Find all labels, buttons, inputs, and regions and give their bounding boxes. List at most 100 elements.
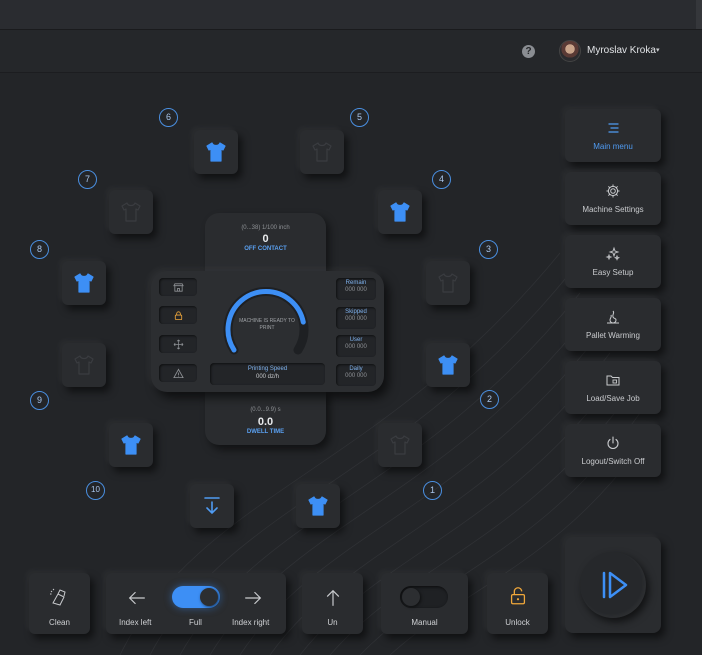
chevron-down-icon[interactable]: ▾: [656, 46, 660, 54]
unlock-label: Unlock: [505, 618, 530, 627]
stat-value: 000 000: [345, 287, 367, 293]
slot-number-5: 5: [350, 108, 369, 127]
dwell-time-panel[interactable]: (0.0...9.9) s 0.0 DWELL TIME: [205, 390, 326, 445]
stat-daily: Daily 000 000: [336, 364, 376, 386]
slot-number-3: 3: [479, 240, 498, 259]
heat-icon: [607, 310, 619, 324]
help-icon[interactable]: ?: [522, 45, 535, 58]
stat-value: 000 000: [345, 316, 367, 322]
gear-icon: [606, 184, 620, 198]
start-button[interactable]: [580, 552, 646, 618]
manual-toggle[interactable]: [400, 586, 448, 608]
tshirt-icon: [390, 202, 410, 222]
tshirt-icon: [121, 435, 141, 455]
clean-label: Clean: [49, 618, 70, 627]
slot-number-4: 4: [432, 170, 451, 189]
menu-icon: [608, 123, 619, 133]
off-contact-range: (0...38) 1/100 inch: [241, 225, 290, 231]
full-toggle[interactable]: [172, 586, 220, 608]
stat-label: Skipped: [345, 309, 367, 315]
stat-label: User: [349, 337, 363, 343]
pallet-slot-2[interactable]: [426, 343, 470, 387]
index-controls: Index left Full Index right: [106, 573, 286, 634]
clean-icon: [50, 588, 66, 606]
load-save-job-button[interactable]: Load/Save Job: [565, 361, 661, 414]
arrow-left-icon[interactable]: [126, 587, 148, 609]
arrow-down-bar-icon: [204, 497, 220, 515]
pallet-slot-9[interactable]: [62, 343, 106, 387]
slot-number-6: 6: [159, 108, 178, 127]
full-label: Full: [189, 618, 202, 627]
machine-status-text: MACHINE IS READY TO PRINT: [239, 318, 295, 331]
pallet-slot-5[interactable]: [300, 130, 344, 174]
slot-number-1: 1: [423, 481, 442, 500]
load-save-job-label: Load/Save Job: [586, 394, 640, 403]
stat-skipped: Skipped 000 000: [336, 307, 376, 329]
clean-button[interactable]: Clean: [29, 573, 90, 634]
store-icon[interactable]: [159, 278, 197, 296]
lock-icon[interactable]: [159, 306, 197, 324]
pallet-slot-7[interactable]: [109, 190, 153, 234]
stat-user: User 000 000: [336, 335, 376, 357]
pallet-warming-button[interactable]: Pallet Warming: [565, 298, 661, 351]
warning-icon[interactable]: [159, 364, 197, 382]
pallet-slot-3[interactable]: [426, 261, 470, 305]
pallet-slot-6[interactable]: [194, 130, 238, 174]
start-button-panel: [565, 537, 661, 633]
toggle-knob: [200, 588, 218, 606]
tshirt-icon: [308, 496, 328, 516]
tshirt-icon: [74, 273, 94, 293]
stat-value: 000 000: [345, 373, 367, 379]
unlock-button[interactable]: Unlock: [487, 573, 548, 634]
off-contact-value: 0: [262, 233, 269, 245]
slot-number-7: 7: [78, 170, 97, 189]
tshirt-icon: [438, 273, 458, 293]
off-contact-panel[interactable]: (0...38) 1/100 inch 0 OFF CONTACT: [205, 213, 326, 273]
tshirt-icon: [74, 355, 94, 375]
power-icon: [607, 436, 619, 450]
pallet-slot-1[interactable]: [378, 423, 422, 467]
sparkle-icon: [605, 246, 621, 261]
machine-settings-label: Machine Settings: [582, 205, 644, 214]
arrow-right-icon[interactable]: [242, 587, 264, 609]
pallet-slot-10[interactable]: [109, 423, 153, 467]
printing-speed: Printing Speed 000 dz/h: [210, 363, 325, 385]
play-icon: [602, 571, 628, 599]
logout-button[interactable]: Logout/Switch Off: [565, 424, 661, 477]
off-contact-label: OFF CONTACT: [244, 246, 287, 252]
pallet-slot-8[interactable]: [62, 261, 106, 305]
folder-icon: [606, 375, 620, 386]
move-icon[interactable]: [159, 335, 197, 353]
easy-setup-button[interactable]: Easy Setup: [565, 235, 661, 288]
tshirt-icon: [438, 355, 458, 375]
arrow-up-icon: [326, 589, 340, 606]
scrollbar[interactable]: [696, 0, 702, 29]
up-label: Un: [327, 618, 338, 627]
pallet-slot-current[interactable]: [296, 484, 340, 528]
stat-label: Daily: [349, 366, 363, 372]
tshirt-icon: [121, 202, 141, 222]
slot-number-8: 8: [30, 240, 49, 259]
user-name[interactable]: Myroslav Kroka: [587, 45, 656, 56]
stat-remain: Remain 000 000: [336, 278, 376, 300]
unload-button[interactable]: [190, 484, 234, 528]
machine-settings-button[interactable]: Machine Settings: [565, 172, 661, 225]
index-right-label[interactable]: Index right: [232, 618, 269, 627]
logout-label: Logout/Switch Off: [581, 457, 645, 466]
dwell-label: DWELL TIME: [246, 429, 285, 435]
pallet-warming-label: Pallet Warming: [586, 331, 640, 340]
unlock-icon: [510, 587, 526, 605]
slot-number-9: 9: [30, 391, 49, 410]
manual-control: Manual: [381, 573, 468, 634]
dwell-range: (0.0...9.9) s: [250, 407, 281, 413]
dwell-value: 0.0: [257, 416, 274, 428]
up-button[interactable]: Un: [302, 573, 363, 634]
app-window: ? Myroslav Kroka ▾ 1 2 3 4 5 6 7 8 9 10 …: [0, 0, 702, 655]
toggle-knob: [402, 588, 420, 606]
avatar[interactable]: [559, 40, 581, 62]
index-left-label[interactable]: Index left: [119, 618, 151, 627]
speed-value: 000 dz/h: [255, 374, 280, 380]
pallet-slot-4[interactable]: [378, 190, 422, 234]
main-menu-button[interactable]: Main menu: [565, 109, 661, 162]
stat-value: 000 000: [345, 344, 367, 350]
